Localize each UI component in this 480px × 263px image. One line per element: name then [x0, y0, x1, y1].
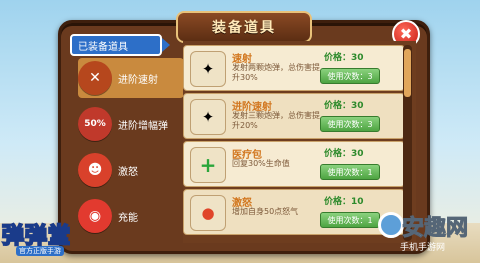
panel-title: 装备道具 — [176, 11, 312, 43]
catalog-row[interactable]: + 医疗包 回复30%生命值 价格：30 使用次数：1 — [183, 141, 405, 187]
equipped-header: 已装备道具 — [70, 34, 170, 56]
arrow-burst-icon: ✦ — [190, 51, 226, 87]
site-watermark: 安趣网 手机手游网 — [378, 210, 476, 260]
equipped-item-amplify[interactable]: 50% 进阶增幅弹 — [78, 104, 184, 144]
item-price: 价格：10 — [324, 197, 364, 207]
logo-subtitle: 官方正版手游 — [16, 246, 64, 256]
use-count-button[interactable]: 使用次数：1 — [320, 164, 380, 180]
item-price: 价格：30 — [324, 149, 364, 159]
item-price: 价格：30 — [324, 53, 364, 63]
item-desc: 发射两颗炮弹，总伤害提升30% — [232, 63, 320, 82]
equipped-item-label: 激怒 — [118, 166, 138, 178]
angry-face-icon: ● — [190, 195, 226, 231]
angry-face-icon: ☻ — [78, 153, 112, 187]
use-count-button[interactable]: 使用次数：1 — [320, 212, 380, 228]
watermark-subtitle: 手机手游网 — [400, 243, 446, 253]
catalog-row[interactable]: ✦ 进阶速射 发射三颗炮弹，总伤害提升20% 价格：30 使用次数：3 — [183, 93, 405, 139]
equipped-list: 已装备道具 ✕ 进阶速射 50% 进阶增幅弹 ☻ 激怒 ◉ 充能 — [70, 34, 184, 244]
catalog-row[interactable]: ✦ 速射 发射两颗炮弹，总伤害提升30% 价格：30 使用次数：3 — [183, 45, 405, 91]
game-logo: 弹弹堂 官方正版手游 — [1, 218, 86, 260]
watermark-logo-icon — [378, 212, 404, 238]
use-count-button[interactable]: 使用次数：3 — [320, 68, 380, 84]
watermark-title: 安趣网 — [401, 216, 469, 242]
arrows-icon: ✕ — [78, 61, 112, 95]
equipped-item-rage[interactable]: ☻ 激怒 — [78, 150, 184, 190]
item-desc: 回复30%生命值 — [232, 159, 290, 168]
equipped-item-label: 进阶增幅弹 — [118, 120, 168, 132]
medkit-icon: + — [190, 147, 226, 183]
item-desc: 发射三颗炮弹，总伤害提升20% — [232, 111, 320, 130]
catalog-row[interactable]: ● 激怒 增加自身50点怒气 价格：10 使用次数：1 — [183, 189, 405, 235]
arrow-burst-icon: ✦ — [190, 99, 226, 135]
item-price: 价格：30 — [324, 101, 364, 111]
equipped-item-charge[interactable]: ◉ 充能 — [78, 196, 184, 236]
percent-icon: 50% — [78, 107, 112, 141]
equipped-item-label: 进阶速射 — [118, 74, 158, 86]
item-desc: 增加自身50点怒气 — [232, 207, 299, 216]
use-count-button[interactable]: 使用次数：3 — [320, 116, 380, 132]
equipped-item-label: 充能 — [118, 212, 138, 224]
scrollbar-thumb[interactable] — [404, 49, 411, 97]
equipped-item-rapid-fire[interactable]: ✕ 进阶速射 — [78, 58, 184, 98]
